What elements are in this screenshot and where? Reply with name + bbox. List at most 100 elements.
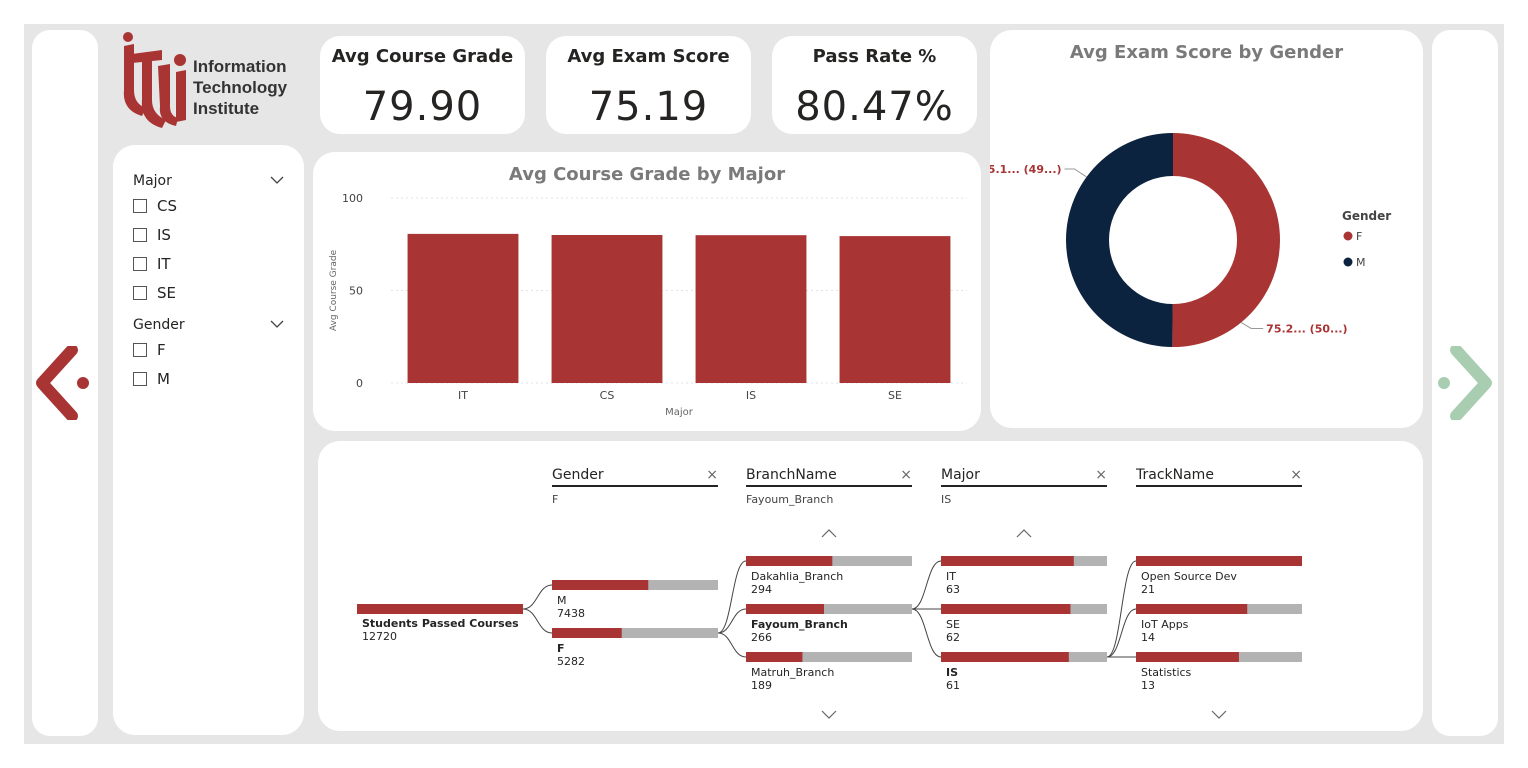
checkbox[interactable] [133, 372, 147, 386]
bar-it[interactable] [407, 233, 519, 383]
y-tick-label: 0 [356, 377, 363, 390]
tree-level-header-major[interactable]: Major × IS [941, 467, 1107, 506]
gender-option-m[interactable]: M [133, 370, 170, 388]
node-bar-fill[interactable] [941, 652, 1069, 662]
node-bar-fill[interactable] [746, 556, 833, 566]
chevron-down-icon[interactable] [270, 319, 284, 329]
node-bar-fill[interactable] [941, 604, 1071, 614]
node-name: IoT Apps [1141, 618, 1189, 631]
tree-node-label[interactable]: Matruh_Branch 189 [751, 666, 834, 692]
level-selected: IS [941, 493, 952, 506]
node-name: F [557, 642, 565, 655]
x-tick-label: SE [888, 389, 902, 402]
close-icon[interactable]: × [1290, 467, 1302, 483]
tree-node-label[interactable]: SE 62 [946, 618, 960, 644]
node-bar-fill[interactable] [1136, 604, 1248, 614]
checkbox[interactable] [133, 257, 147, 271]
node-bar-fill[interactable] [552, 580, 649, 590]
kpi-value: 80.47% [795, 84, 954, 130]
node-value: 7438 [557, 607, 585, 620]
tree-node-label[interactable]: IoT Apps 14 [1141, 618, 1188, 644]
tree-level-header-gender[interactable]: Gender × F [552, 467, 718, 506]
node-name: IS [946, 666, 959, 679]
node-name: Open Source Dev [1141, 570, 1237, 583]
close-icon[interactable]: × [900, 467, 912, 483]
kpi-title: Pass Rate % [812, 46, 937, 67]
node-name: SE [946, 618, 960, 631]
major-option-cs[interactable]: CS [133, 197, 177, 215]
legend-marker[interactable] [1343, 257, 1353, 267]
tree-node-label[interactable]: Students Passed Courses 12720 [362, 617, 519, 643]
x-axis-label: Major [665, 407, 694, 418]
node-value: 5282 [557, 655, 585, 668]
back-arrow-icon[interactable] [36, 346, 92, 420]
donut-slice-m[interactable] [1065, 133, 1173, 347]
x-tick-label: IS [746, 389, 756, 402]
tree-connector [717, 608, 747, 634]
tree-node-label[interactable]: IS 61 [946, 666, 960, 692]
donut-slice-f[interactable] [1172, 133, 1280, 347]
callout-line [1240, 322, 1264, 329]
level-title: TrackName × [1136, 467, 1302, 487]
node-bar-fill[interactable] [552, 628, 622, 638]
node-value: 62 [946, 631, 960, 644]
tree-node-label[interactable]: IT 63 [946, 570, 960, 596]
major-option-se[interactable]: SE [133, 284, 176, 302]
node-bar-fill[interactable] [941, 556, 1074, 566]
node-name: Fayoum_Branch [751, 618, 848, 631]
major-slicer-title: Major [133, 173, 172, 189]
node-name: M [557, 594, 567, 607]
tree-level-header-branchname[interactable]: BranchName × Fayoum_Branch [746, 467, 912, 506]
kpi-value: 79.90 [362, 84, 483, 130]
checkbox[interactable] [133, 228, 147, 242]
gender-option-f[interactable]: F [133, 341, 166, 359]
bar-is[interactable] [695, 235, 807, 383]
major-option-is[interactable]: IS [133, 226, 171, 244]
node-value: 63 [946, 583, 960, 596]
tree-node-label[interactable]: Statistics 13 [1141, 666, 1191, 692]
bar-se[interactable] [839, 236, 951, 383]
checkbox[interactable] [133, 343, 147, 357]
legend-marker[interactable] [1343, 231, 1353, 241]
y-tick-label: 100 [342, 192, 363, 205]
node-name: IT [946, 570, 956, 583]
node-value: 189 [751, 679, 772, 692]
node-bar-fill[interactable] [746, 652, 803, 662]
donut-chart: 75.2... (50...) 75.1... (49...) Gender FM [990, 133, 1391, 347]
node-bar-fill[interactable] [1136, 652, 1239, 662]
node-bar-fill[interactable] [746, 604, 825, 614]
node-value: 61 [946, 679, 960, 692]
close-icon[interactable]: × [1095, 467, 1107, 483]
node-bar-fill[interactable] [1136, 556, 1302, 566]
bar-cs[interactable] [551, 235, 663, 383]
tree-node-label[interactable]: Dakahlia_Branch 294 [751, 570, 843, 596]
chevron-down-icon[interactable] [270, 175, 284, 185]
forward-arrow-icon[interactable] [1436, 346, 1494, 420]
tree-level-header-trackname[interactable]: TrackName × [1136, 467, 1302, 493]
level-title: Major × [941, 467, 1107, 487]
node-value: 12720 [362, 630, 397, 643]
kpi-card-avg-course-grade: Avg Course Grade 79.90 [320, 36, 525, 134]
tree-node-label[interactable]: F 5282 [557, 642, 585, 668]
kpi-card-avg-exam-score: Avg Exam Score 75.19 [546, 36, 751, 134]
legend-label[interactable]: F [1356, 230, 1362, 243]
major-option-it[interactable]: IT [133, 255, 171, 273]
tree-node-label[interactable]: Open Source Dev 21 [1141, 570, 1237, 596]
option-label: IS [157, 226, 171, 244]
checkbox[interactable] [133, 199, 147, 213]
legend-label[interactable]: M [1356, 256, 1366, 269]
chevron-up-icon[interactable] [1016, 529, 1032, 538]
tree-connector [717, 560, 747, 634]
close-icon[interactable]: × [706, 467, 718, 483]
chevron-down-icon[interactable] [1211, 710, 1227, 719]
chevron-down-icon[interactable] [821, 710, 837, 719]
node-name: Matruh_Branch [751, 666, 835, 679]
chevron-up-icon[interactable] [821, 529, 837, 538]
tree-node-label[interactable]: M 7438 [557, 594, 585, 620]
checkbox[interactable] [133, 286, 147, 300]
node-bar-fill[interactable] [357, 604, 523, 614]
tree-node-label[interactable]: Fayoum_Branch 266 [751, 618, 848, 644]
tree-connector [522, 608, 553, 634]
donut-data-label: 75.2... (50...) [1266, 322, 1347, 335]
tree-connector [911, 608, 942, 658]
